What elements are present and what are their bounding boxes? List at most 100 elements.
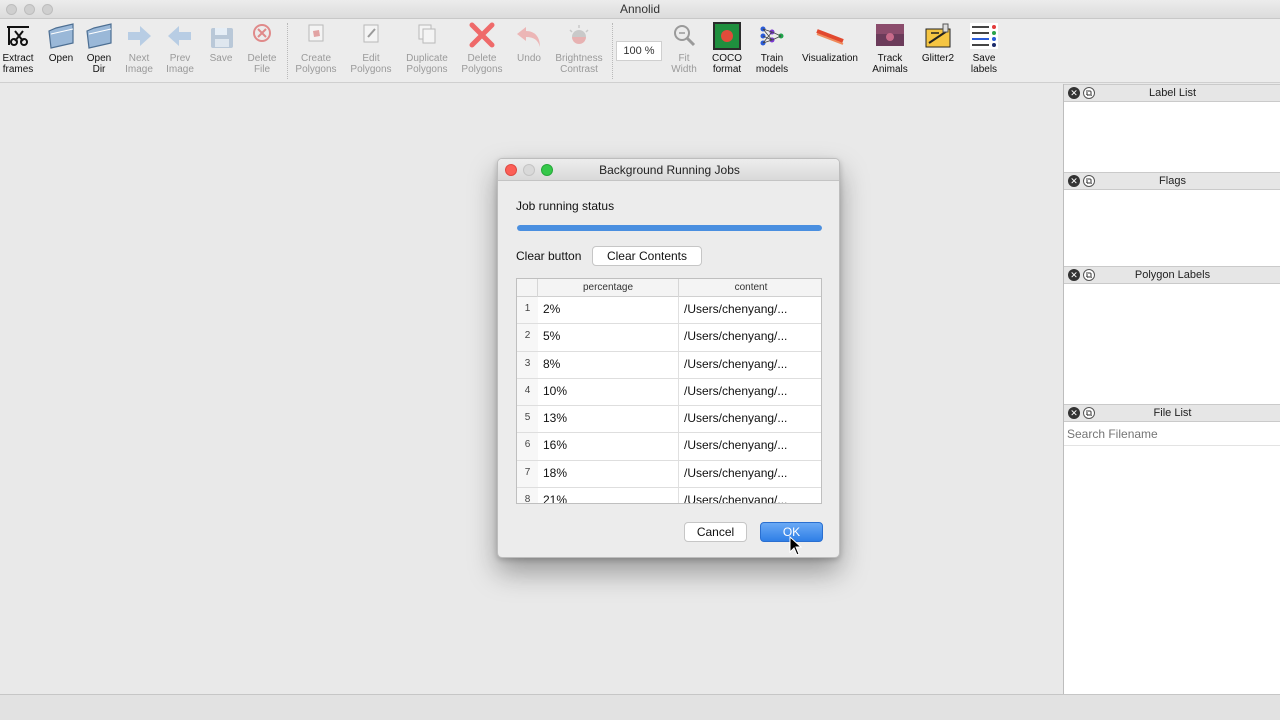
close-icon[interactable]: ✕ (1068, 175, 1080, 187)
track-animals-button[interactable]: Track Animals (870, 21, 910, 79)
window-close-button[interactable] (6, 4, 17, 15)
content-cell: /Users/chenyang/... (684, 356, 788, 371)
dialog-minimize-button[interactable] (523, 164, 535, 176)
window-minimize-button[interactable] (24, 4, 35, 15)
polygon-labels-title: Polygon Labels (1134, 269, 1211, 281)
table-row[interactable]: 8 21% /Users/chenyang/... (517, 488, 821, 504)
close-icon[interactable]: ✕ (1068, 87, 1080, 99)
open-dir-button[interactable]: Open Dir (82, 21, 116, 79)
percentage-cell: 10% (538, 378, 679, 406)
label-list[interactable] (1064, 103, 1280, 172)
dialog-zoom-button[interactable] (541, 164, 553, 176)
prev-image-button[interactable]: Prev Image (163, 21, 197, 79)
table-row[interactable]: 1 2% /Users/chenyang/... (517, 297, 821, 325)
fit-width-button[interactable]: Fit Width (667, 21, 701, 79)
table-row[interactable]: 4 10% /Users/chenyang/... (517, 378, 821, 407)
duplicate-polygons-label: Duplicate Polygons (406, 53, 448, 75)
dialog-close-button[interactable] (505, 164, 517, 176)
extract-frames-icon (7, 26, 29, 46)
undo-button[interactable]: Undo (512, 21, 546, 79)
delete-file-icon (253, 24, 271, 42)
row-number: 7 (517, 460, 538, 488)
coco-icon (713, 22, 741, 50)
coco-format-button[interactable]: COCO format (708, 21, 746, 79)
search-filename-input[interactable] (1066, 425, 1280, 443)
duplicate-polygons-button[interactable]: Duplicate Polygons (403, 21, 451, 79)
flags-list[interactable] (1064, 191, 1280, 266)
save-label: Save (209, 53, 233, 64)
prev-image-label: Prev Image (166, 53, 194, 75)
brightness-contrast-button[interactable]: Brightness Contrast (553, 21, 605, 79)
percentage-cell: 16% (538, 433, 679, 460)
jobs-table[interactable]: percentage content 1 2% /Users/chenyang/..… (516, 278, 822, 504)
polygon-labels-list[interactable] (1064, 285, 1280, 404)
clear-contents-button[interactable]: Clear Contents (592, 246, 702, 266)
table-row[interactable]: 3 8% /Users/chenyang/... (517, 351, 821, 379)
open-label: Open (48, 53, 74, 64)
percentage-cell: 5% (538, 324, 679, 351)
close-icon[interactable]: ✕ (1068, 269, 1080, 281)
zoom-input[interactable]: 100 % (616, 41, 662, 61)
create-polygon-icon (308, 24, 324, 42)
table-row[interactable]: 7 18% /Users/chenyang/... (517, 460, 821, 489)
train-models-button[interactable]: Train models (753, 21, 791, 79)
toolbar-separator (287, 23, 288, 79)
percentage-cell: 8% (538, 351, 679, 378)
cancel-button[interactable]: Cancel (684, 522, 747, 542)
create-polygons-button[interactable]: Create Polygons (294, 21, 338, 79)
save-labels-icon (970, 23, 998, 49)
next-arrow-icon (128, 26, 151, 46)
float-icon[interactable]: ⧉ (1083, 407, 1095, 419)
train-models-icon (760, 26, 784, 46)
content-cell: /Users/chenyang/... (684, 411, 788, 426)
undo-label: Undo (517, 53, 541, 64)
row-number: 4 (517, 378, 538, 406)
row-number: 1 (517, 297, 538, 324)
fit-width-label: Fit Width (671, 53, 697, 75)
file-list[interactable] (1064, 445, 1280, 694)
float-icon[interactable]: ⧉ (1083, 269, 1095, 281)
window-zoom-button[interactable] (42, 4, 53, 15)
delete-file-button[interactable]: Delete File (244, 21, 280, 79)
table-row[interactable]: 5 13% /Users/chenyang/... (517, 406, 821, 434)
open-button[interactable]: Open (44, 21, 78, 79)
content-column-header[interactable]: content (679, 279, 821, 297)
content-cell: /Users/chenyang/... (684, 493, 788, 504)
percentage-cell: 21% (538, 488, 679, 503)
table-row[interactable]: 2 5% /Users/chenyang/... (517, 324, 821, 352)
edit-polygons-label: Edit Polygons (350, 53, 392, 75)
percentage-column-header[interactable]: percentage (538, 279, 679, 297)
float-icon[interactable]: ⧉ (1083, 87, 1095, 99)
delete-polygons-label: Delete Polygons (461, 53, 503, 75)
glitter2-button[interactable]: Glitter2 (918, 21, 958, 79)
next-image-button[interactable]: Next Image (122, 21, 156, 79)
extract-frames-button[interactable]: Extract frames (0, 21, 36, 79)
visualization-button[interactable]: Visualization (799, 21, 861, 79)
window-titlebar: Annolid (0, 0, 1280, 19)
flags-title: Flags (1159, 175, 1186, 187)
table-row[interactable]: 6 16% /Users/chenyang/... (517, 433, 821, 461)
label-list-header: ✕ ⧉ Label List (1064, 84, 1280, 102)
delete-polygons-button[interactable]: Delete Polygons (460, 21, 504, 79)
percentage-cell: 2% (538, 297, 679, 324)
table-rows: 1 2% /Users/chenyang/... 2 5% /Users/chenyang… (517, 297, 821, 504)
save-button[interactable]: Save (204, 21, 238, 79)
duplicate-polygon-icon (418, 24, 436, 44)
flags-header: ✕ ⧉ Flags (1064, 172, 1280, 190)
content-cell: /Users/chenyang/... (684, 383, 788, 398)
glitter2-icon (925, 23, 951, 48)
mouse-cursor-icon (789, 536, 803, 556)
window-title: Annolid (619, 2, 661, 16)
polygon-labels-header: ✕ ⧉ Polygon Labels (1064, 266, 1280, 284)
edit-polygons-button[interactable]: Edit Polygons (349, 21, 393, 79)
float-icon[interactable]: ⧉ (1083, 175, 1095, 187)
save-disk-icon (211, 28, 233, 48)
track-animals-icon (876, 24, 904, 46)
open-dir-icon (86, 23, 112, 49)
fit-width-icon (674, 25, 696, 47)
content-cell: /Users/chenyang/... (684, 302, 788, 316)
save-labels-button[interactable]: Save labels (966, 21, 1002, 79)
status-bar (0, 694, 1280, 720)
close-icon[interactable]: ✕ (1068, 407, 1080, 419)
next-image-label: Next Image (125, 53, 153, 75)
